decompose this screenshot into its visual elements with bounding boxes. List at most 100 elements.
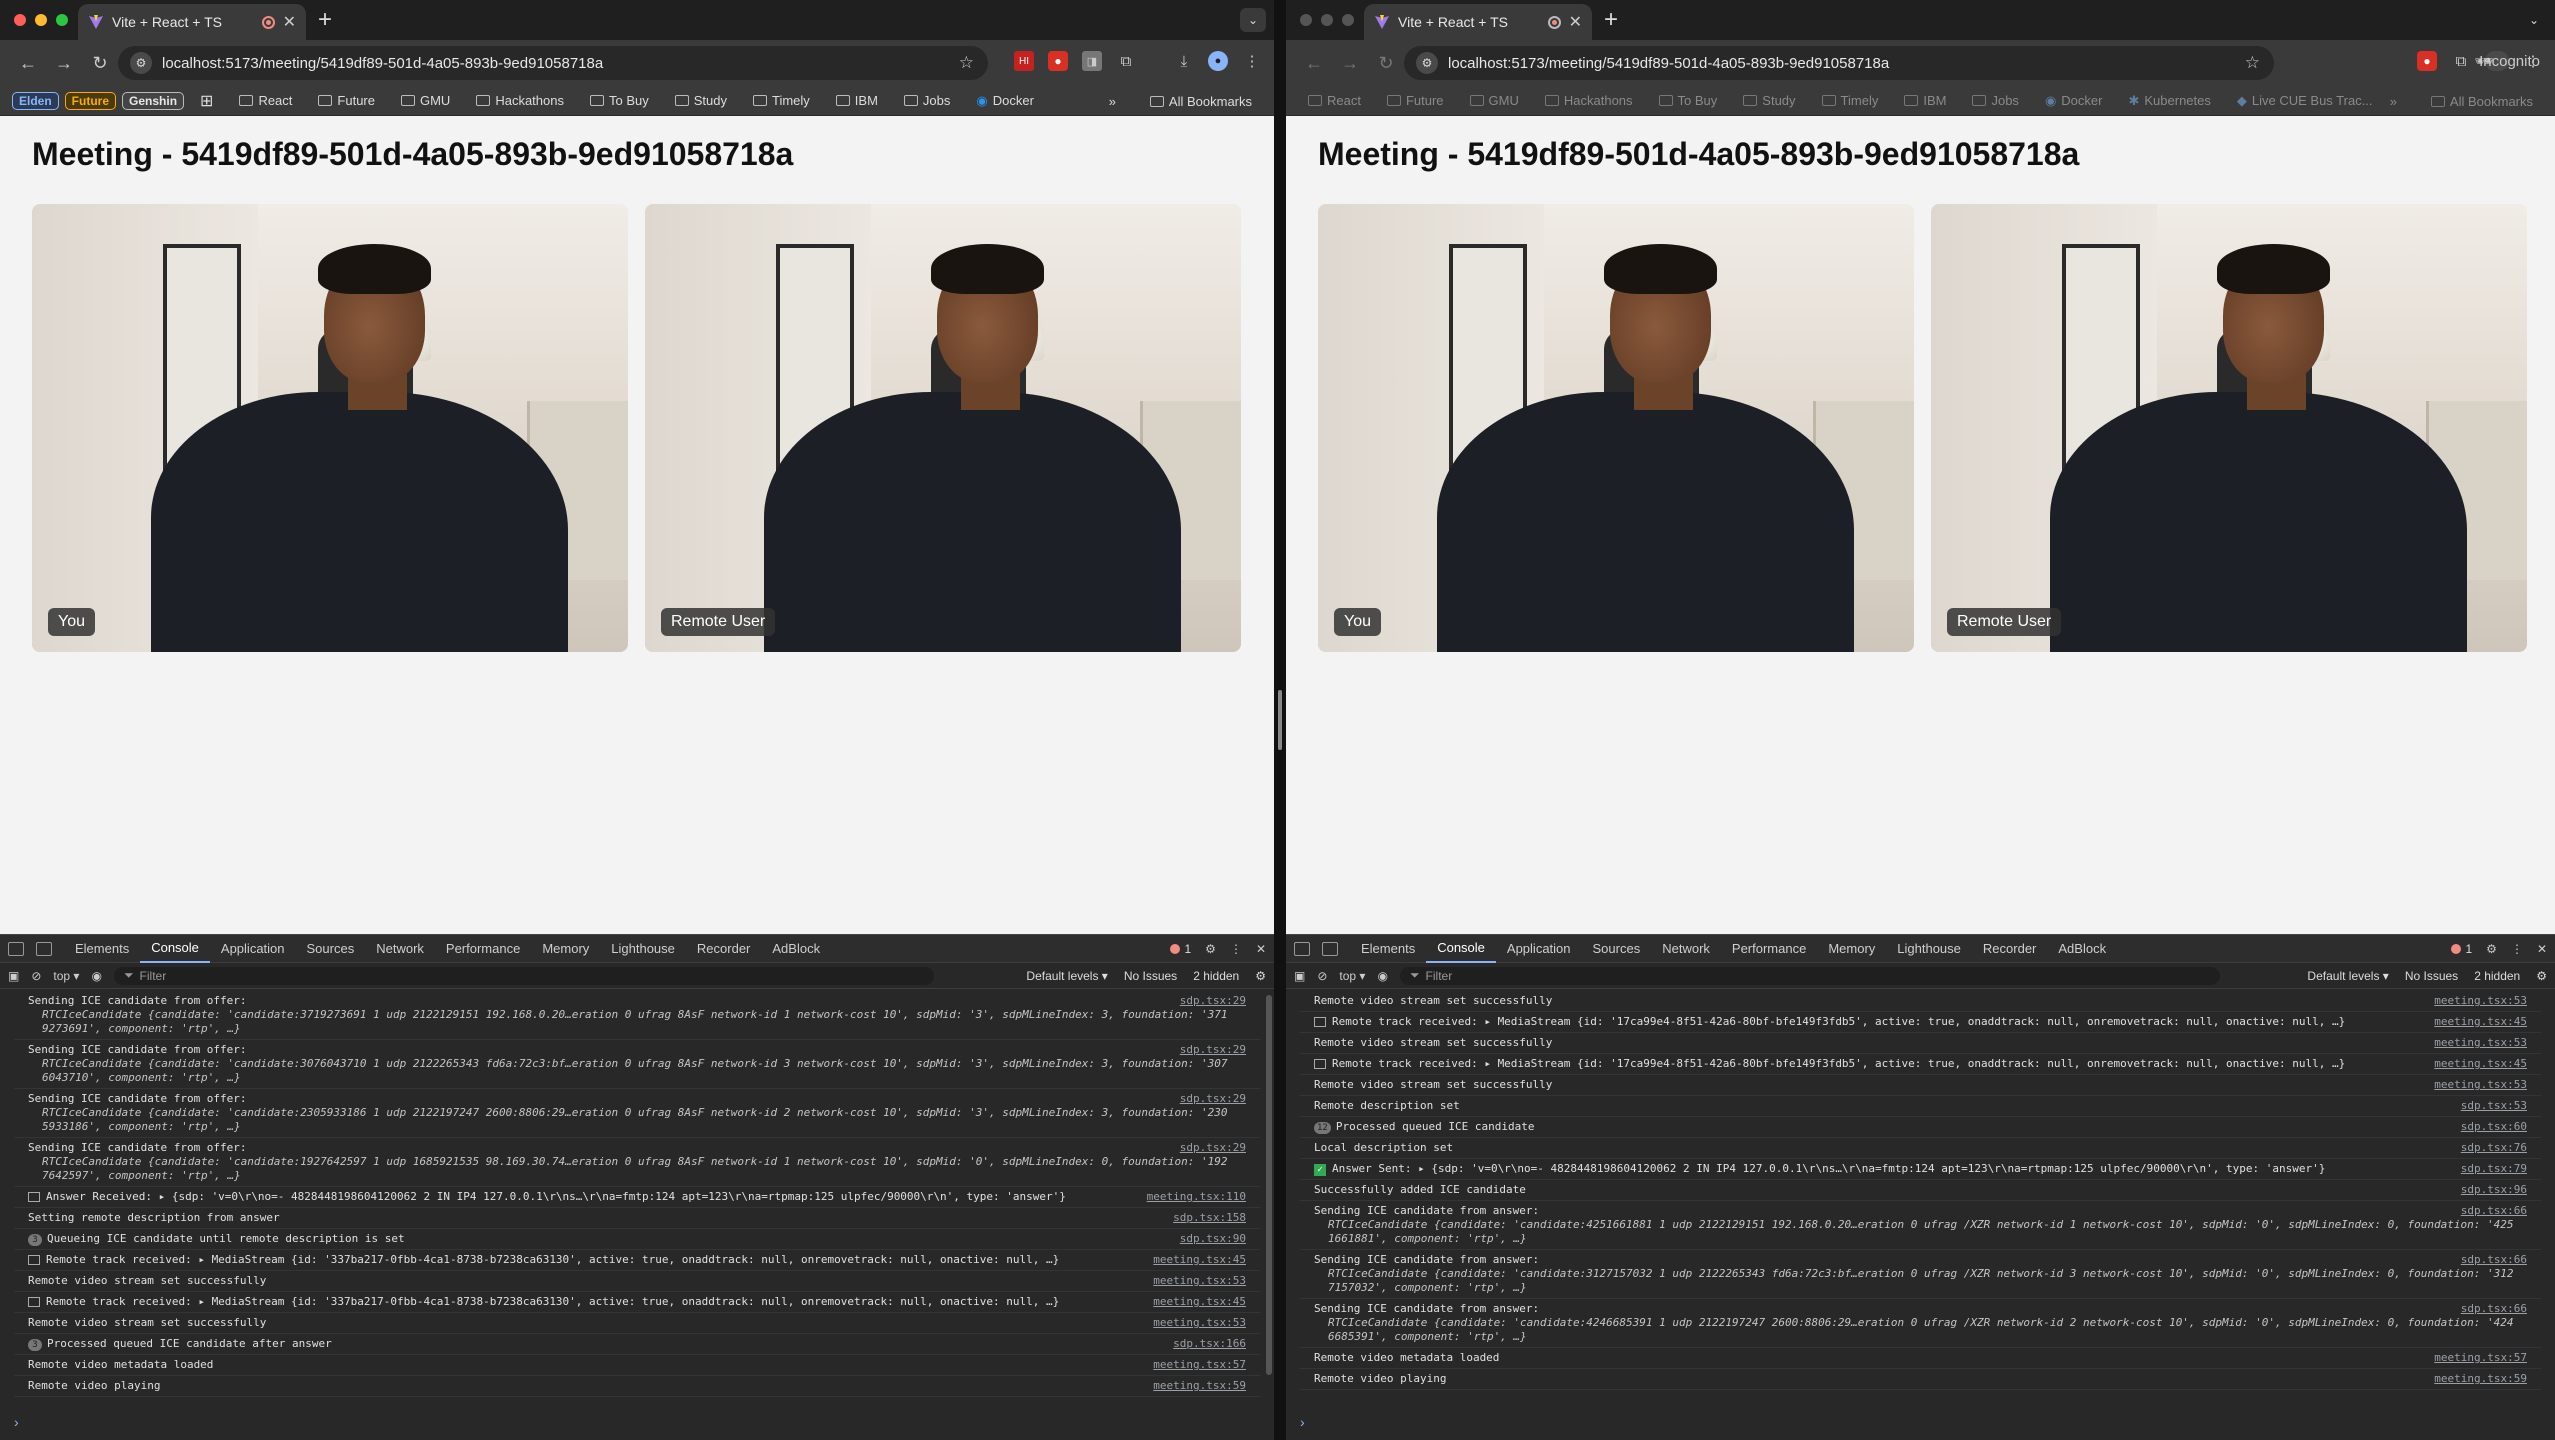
bookmark-gmu[interactable]: GMU: [391, 93, 460, 108]
tab-console[interactable]: Console: [1426, 935, 1496, 963]
source-link[interactable]: meeting.tsx:57: [1153, 1358, 1246, 1372]
close-devtools-icon[interactable]: ✕: [1256, 942, 1266, 956]
chip-elden[interactable]: Elden: [12, 91, 59, 110]
issues-indicator[interactable]: No Issues: [2405, 969, 2458, 983]
console-settings-gear-icon[interactable]: ⚙: [2536, 969, 2547, 983]
sidebar-toggle-icon[interactable]: ▣: [8, 969, 19, 983]
source-link[interactable]: sdp.tsx:90: [1180, 1232, 1246, 1246]
source-link[interactable]: sdp.tsx:79: [2461, 1162, 2527, 1176]
more-bookmarks-chevron-icon[interactable]: »: [1099, 94, 1126, 109]
close-tab-icon[interactable]: ✕: [1569, 12, 1582, 32]
settings-gear-icon[interactable]: ⚙: [1205, 942, 1216, 956]
new-tab-button[interactable]: +: [318, 6, 332, 34]
tab-application[interactable]: Application: [210, 935, 296, 963]
issues-indicator[interactable]: No Issues: [1124, 969, 1177, 983]
bookmark-star-icon[interactable]: ☆: [959, 53, 974, 73]
source-link[interactable]: sdp.tsx:29: [1180, 1141, 1246, 1155]
source-link[interactable]: sdp.tsx:76: [2461, 1141, 2527, 1155]
context-select[interactable]: top ▾: [53, 969, 79, 983]
bookmark-hackathons[interactable]: Hackathons: [1535, 93, 1643, 108]
error-count-badge[interactable]: 1: [2451, 942, 2472, 956]
site-info-icon[interactable]: ⚙: [130, 52, 152, 74]
bookmark-study[interactable]: Study: [665, 93, 737, 108]
extensions-puzzle-icon[interactable]: ⧉: [1116, 51, 1136, 71]
chip-future[interactable]: Future: [64, 91, 117, 110]
tab-search-button[interactable]: ⌄: [1240, 8, 1266, 32]
source-link[interactable]: sdp.tsx:53: [2461, 1099, 2527, 1113]
tab-sources[interactable]: Sources: [1582, 935, 1652, 963]
tab-elements[interactable]: Elements: [64, 935, 140, 963]
console-object-detail[interactable]: RTCIceCandidate {candidate: 'candidate:3…: [1314, 1267, 2541, 1281]
clear-console-icon[interactable]: ⊘: [1317, 969, 1327, 983]
console-log[interactable]: Sending ICE candidate from offer: RTCIceC…: [0, 989, 1274, 1429]
profile-avatar[interactable]: ●: [1208, 51, 1228, 71]
reload-button[interactable]: ↻: [82, 53, 118, 74]
address-bar[interactable]: ⚙ localhost:5173/meeting/5419df89-501d-4…: [118, 46, 988, 80]
extensions-puzzle-icon[interactable]: ⧉: [2451, 51, 2471, 71]
devtools-menu-icon[interactable]: ⋮: [2511, 942, 2523, 956]
source-link[interactable]: meeting.tsx:53: [2434, 1078, 2527, 1092]
new-tab-button[interactable]: +: [1604, 6, 1618, 34]
scrollbar[interactable]: [1266, 995, 1272, 1375]
console-prompt[interactable]: ›: [1300, 1414, 1305, 1430]
tab-memory[interactable]: Memory: [1817, 935, 1886, 963]
extension-shield-icon[interactable]: ●: [1048, 51, 1068, 71]
source-link[interactable]: sdp.tsx:66: [2461, 1204, 2527, 1218]
console-object-detail[interactable]: RTCIceCandidate {candidate: 'candidate:2…: [28, 1106, 1260, 1120]
console-object-detail[interactable]: RTCIceCandidate {candidate: 'candidate:4…: [1314, 1316, 2541, 1330]
browser-tab[interactable]: Vite + React + TS ✕: [78, 4, 306, 40]
source-link[interactable]: sdp.tsx:166: [1173, 1337, 1246, 1351]
menu-kebab-icon[interactable]: ⋮: [2523, 51, 2543, 71]
source-link[interactable]: sdp.tsx:158: [1173, 1211, 1246, 1225]
console-object-detail[interactable]: RTCIceCandidate {candidate: 'candidate:3…: [28, 1008, 1260, 1022]
inspect-element-icon[interactable]: [8, 941, 24, 956]
tab-network[interactable]: Network: [365, 935, 435, 963]
bookmark-docker[interactable]: ◉ Docker: [966, 93, 1044, 109]
source-link[interactable]: meeting.tsx:53: [1153, 1274, 1246, 1288]
bookmark-hackathons[interactable]: Hackathons: [466, 93, 574, 108]
sidebar-toggle-icon[interactable]: ▣: [1294, 969, 1305, 983]
console-prompt[interactable]: ›: [14, 1414, 19, 1430]
divider-grip[interactable]: [1278, 690, 1282, 750]
bookmark-kubernetes[interactable]: ✱ Kubernetes: [2118, 93, 2220, 109]
source-link[interactable]: sdp.tsx:60: [2461, 1120, 2527, 1134]
console-object-detail[interactable]: RTCIceCandidate {candidate: 'candidate:1…: [28, 1155, 1260, 1169]
tab-console[interactable]: Console: [140, 935, 210, 963]
bookmark-future[interactable]: Future: [1377, 93, 1454, 108]
bookmark-to-buy[interactable]: To Buy: [580, 93, 659, 108]
bookmark-docker[interactable]: ◉ Docker: [2035, 93, 2113, 109]
source-link[interactable]: meeting.tsx:59: [1153, 1379, 1246, 1393]
source-link[interactable]: meeting.tsx:45: [1153, 1253, 1246, 1267]
tab-lighthouse[interactable]: Lighthouse: [600, 935, 686, 963]
all-bookmarks[interactable]: All Bookmarks: [2421, 94, 2543, 109]
close-window-button[interactable]: [14, 14, 26, 26]
bookmark-ibm[interactable]: IBM: [1894, 93, 1956, 108]
source-link[interactable]: meeting.tsx:59: [2434, 1372, 2527, 1386]
source-link[interactable]: meeting.tsx:110: [1147, 1190, 1246, 1204]
source-link[interactable]: meeting.tsx:53: [2434, 994, 2527, 1008]
tab-adblock[interactable]: AdBlock: [2047, 935, 2117, 963]
device-toolbar-icon[interactable]: [36, 941, 52, 956]
log-levels-select[interactable]: Default levels ▾: [2307, 969, 2388, 983]
source-link[interactable]: sdp.tsx:29: [1180, 1043, 1246, 1057]
address-bar[interactable]: ⚙ localhost:5173/meeting/5419df89-501d-4…: [1404, 46, 2274, 80]
tab-adblock[interactable]: AdBlock: [761, 935, 831, 963]
source-link[interactable]: meeting.tsx:45: [2434, 1057, 2527, 1071]
bookmark-study[interactable]: Study: [1733, 93, 1805, 108]
source-link[interactable]: meeting.tsx:45: [2434, 1015, 2527, 1029]
forward-button[interactable]: →: [1332, 53, 1368, 74]
clear-console-icon[interactable]: ⊘: [31, 969, 41, 983]
downloads-icon[interactable]: ⤓: [1174, 51, 1194, 71]
back-button[interactable]: ←: [10, 53, 46, 74]
close-window-button[interactable]: [1300, 14, 1312, 26]
close-tab-icon[interactable]: ✕: [283, 12, 296, 32]
incognito-badge[interactable]: 🕶 Incognito: [2474, 51, 2540, 71]
tab-recorder[interactable]: Recorder: [686, 935, 761, 963]
site-info-icon[interactable]: ⚙: [1416, 52, 1438, 74]
source-link[interactable]: sdp.tsx:96: [2461, 1183, 2527, 1197]
tab-application[interactable]: Application: [1496, 935, 1582, 963]
source-link[interactable]: sdp.tsx:29: [1180, 994, 1246, 1008]
console-settings-gear-icon[interactable]: ⚙: [1255, 969, 1266, 983]
bookmark-react[interactable]: React: [229, 93, 302, 108]
source-link[interactable]: meeting.tsx:53: [2434, 1036, 2527, 1050]
